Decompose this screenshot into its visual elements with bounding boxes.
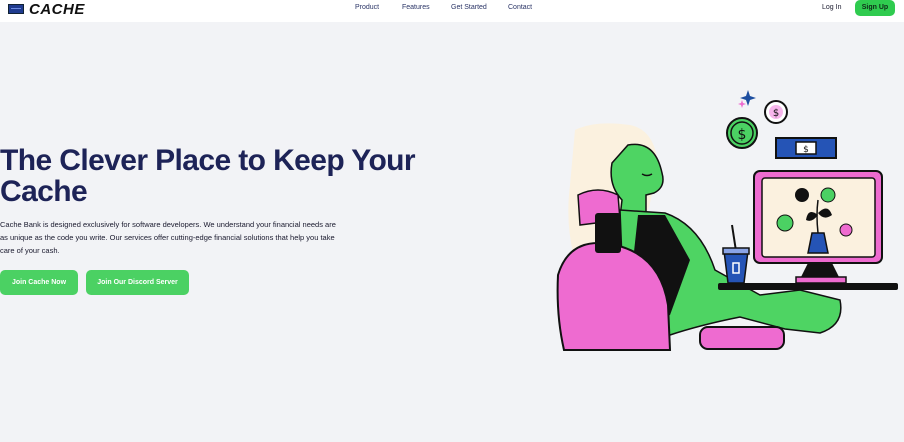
join-discord-button[interactable]: Join Our Discord Server: [86, 270, 189, 295]
login-link[interactable]: Log In: [822, 4, 841, 11]
svg-text:$: $: [773, 108, 779, 119]
sparkle-icon: [738, 90, 756, 108]
hero-description: Cache Bank is designed exclusively for s…: [0, 220, 336, 255]
hero-illustration: $ $ $: [556, 90, 898, 351]
svg-text:$: $: [738, 127, 747, 143]
nav-link-contact[interactable]: Contact: [508, 4, 532, 11]
brand-name: CACHE: [29, 0, 85, 18]
banknote-icon: $: [775, 137, 837, 159]
coffee-cup-icon: [722, 224, 750, 284]
hero-title: The Clever Place to Keep Your Cache: [0, 144, 416, 208]
nav-link-features[interactable]: Features: [402, 4, 430, 11]
top-navigation-bar: CACHE Product Features Get Started Conta…: [0, 0, 904, 22]
brand-logo[interactable]: CACHE: [8, 0, 85, 18]
nav-link-product[interactable]: Product: [355, 4, 379, 11]
join-cache-button[interactable]: Join Cache Now: [0, 270, 78, 295]
svg-text:$: $: [803, 145, 809, 155]
card-logo-icon: [8, 4, 24, 14]
nav-link-get-started[interactable]: Get Started: [451, 4, 487, 11]
signup-button[interactable]: Sign Up: [855, 0, 895, 16]
